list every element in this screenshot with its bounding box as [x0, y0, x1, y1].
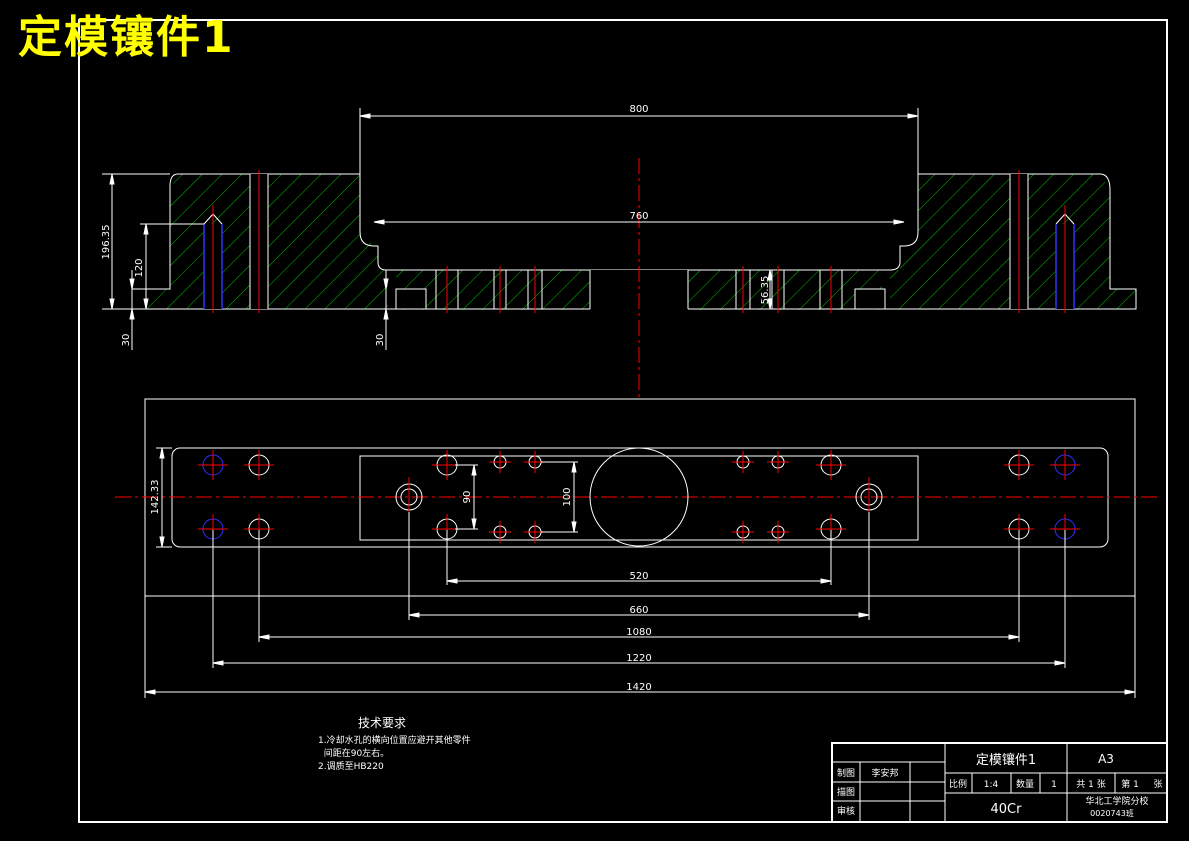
- tb-material: 40Cr: [991, 802, 1023, 817]
- dim-660: 660: [629, 605, 648, 616]
- dim-30-left: 30: [121, 334, 132, 347]
- dim-30-mid: 30: [375, 334, 386, 347]
- dim-100: 100: [562, 487, 573, 506]
- tb-class-code: 0020743班: [1090, 808, 1134, 818]
- tb-scale-label: 比例: [949, 778, 967, 790]
- plan-view: 142.33 90 100 520 660 1080 1220 1420: [115, 398, 1160, 698]
- tech-requirements: 技术要求 1.冷却水孔的横向位置应避开其他零件 间距在90左右。 2.调质至HB…: [318, 714, 471, 774]
- tech-line-1: 1.冷却水孔的横向位置应避开其他零件: [318, 736, 471, 746]
- drawing-border: [78, 19, 1168, 823]
- tb-qty-value: 1: [1051, 780, 1057, 790]
- tb-school: 华北工学院分校: [1085, 795, 1148, 807]
- dim-760: 760: [629, 211, 648, 222]
- tb-sheet-num: 第 1: [1121, 778, 1139, 790]
- tb-scale-value: 1:4: [984, 780, 999, 790]
- section-view: 800 760 196.35 120 30 30 56.35: [101, 104, 1137, 400]
- tb-drawn-label: 制图: [837, 767, 855, 779]
- tech-heading: 技术要求: [358, 716, 407, 730]
- tb-qty-label: 数量: [1016, 778, 1034, 790]
- dim-142-33: 142.33: [150, 480, 161, 515]
- dim-520: 520: [629, 571, 648, 582]
- dim-120: 120: [134, 258, 145, 277]
- dim-196-35: 196.35: [101, 225, 112, 260]
- tech-line-3: 2.调质至HB220: [318, 762, 384, 772]
- dim-1220: 1220: [626, 653, 651, 664]
- tb-sheet-size: A3: [1098, 752, 1114, 766]
- dim-90: 90: [462, 491, 473, 504]
- dim-1420: 1420: [626, 682, 651, 693]
- tb-sheet-unit: 张: [1153, 779, 1162, 790]
- tech-line-2: 间距在90左右。: [318, 749, 390, 759]
- tb-checked-label: 审核: [837, 805, 855, 817]
- tb-drawn-by: 李安邦: [871, 767, 898, 779]
- dim-1080: 1080: [626, 627, 651, 638]
- tb-part-name: 定模镶件1: [976, 752, 1036, 768]
- title-stamp: 定模镶件1: [18, 12, 235, 63]
- tb-sheets-total: 共 1 张: [1076, 779, 1105, 790]
- tb-traced-label: 描图: [837, 786, 855, 798]
- dim-56-35: 56.35: [760, 276, 771, 305]
- dim-800: 800: [629, 104, 648, 115]
- cad-drawing: 800 760 196.35 120 30 30 56.35 142.33 90…: [78, 19, 1168, 823]
